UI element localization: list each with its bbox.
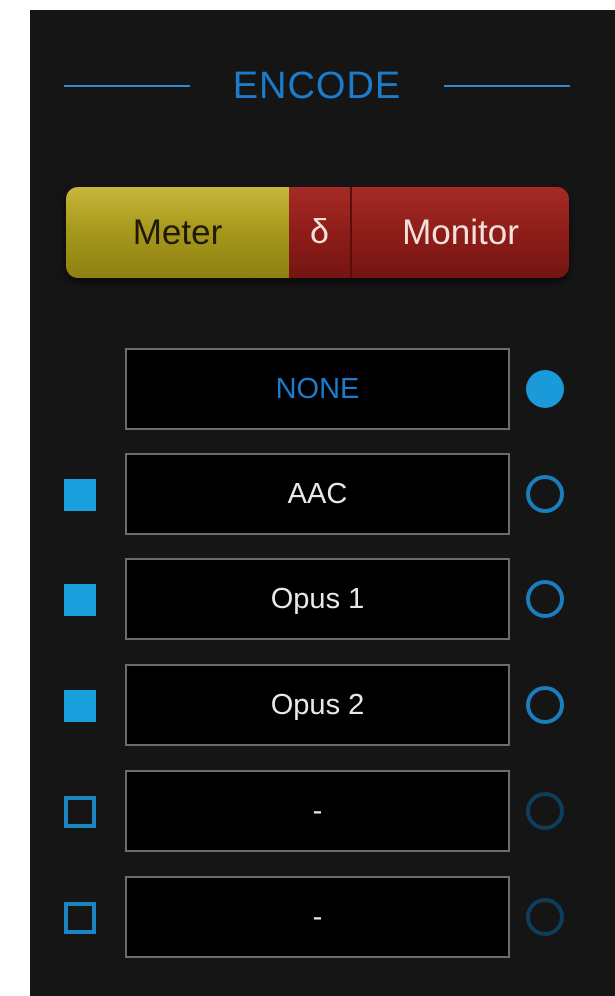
- codec-row-none: NONE: [30, 348, 615, 430]
- monitor-radio-empty-1[interactable]: [526, 792, 564, 830]
- codec-slot-aac[interactable]: AAC: [125, 453, 510, 535]
- codec-row-opus-2: Opus 2: [30, 664, 615, 746]
- codec-row-opus-1: Opus 1: [30, 558, 615, 640]
- enable-checkbox-opus-1[interactable]: [64, 584, 96, 616]
- enable-checkbox-opus-2[interactable]: [64, 690, 96, 722]
- meter-button[interactable]: Meter: [66, 187, 289, 278]
- header-divider-right: [444, 85, 570, 87]
- codec-slot-empty-2[interactable]: -: [125, 876, 510, 958]
- meter-monitor-toggle: Meter δ Monitor: [66, 187, 569, 278]
- monitor-radio-opus-2[interactable]: [526, 686, 564, 724]
- monitor-button[interactable]: Monitor: [352, 187, 569, 278]
- enable-checkbox-empty-1[interactable]: [64, 796, 96, 828]
- codec-slot-opus-1[interactable]: Opus 1: [125, 558, 510, 640]
- codec-row-aac: AAC: [30, 453, 615, 535]
- header-divider-left: [64, 85, 190, 87]
- codec-slot-empty-1[interactable]: -: [125, 770, 510, 852]
- codec-slot-none[interactable]: NONE: [125, 348, 510, 430]
- monitor-radio-empty-2[interactable]: [526, 898, 564, 936]
- delta-button[interactable]: δ: [289, 187, 352, 278]
- codec-row-empty-2: -: [30, 876, 615, 958]
- codec-row-empty-1: -: [30, 770, 615, 852]
- section-title: ENCODE: [232, 65, 402, 107]
- codec-slot-opus-2[interactable]: Opus 2: [125, 664, 510, 746]
- enable-checkbox-aac[interactable]: [64, 479, 96, 511]
- enable-checkbox-empty-2[interactable]: [64, 902, 96, 934]
- section-header: ENCODE: [64, 58, 570, 114]
- monitor-radio-none[interactable]: [526, 370, 564, 408]
- monitor-radio-opus-1[interactable]: [526, 580, 564, 618]
- monitor-radio-aac[interactable]: [526, 475, 564, 513]
